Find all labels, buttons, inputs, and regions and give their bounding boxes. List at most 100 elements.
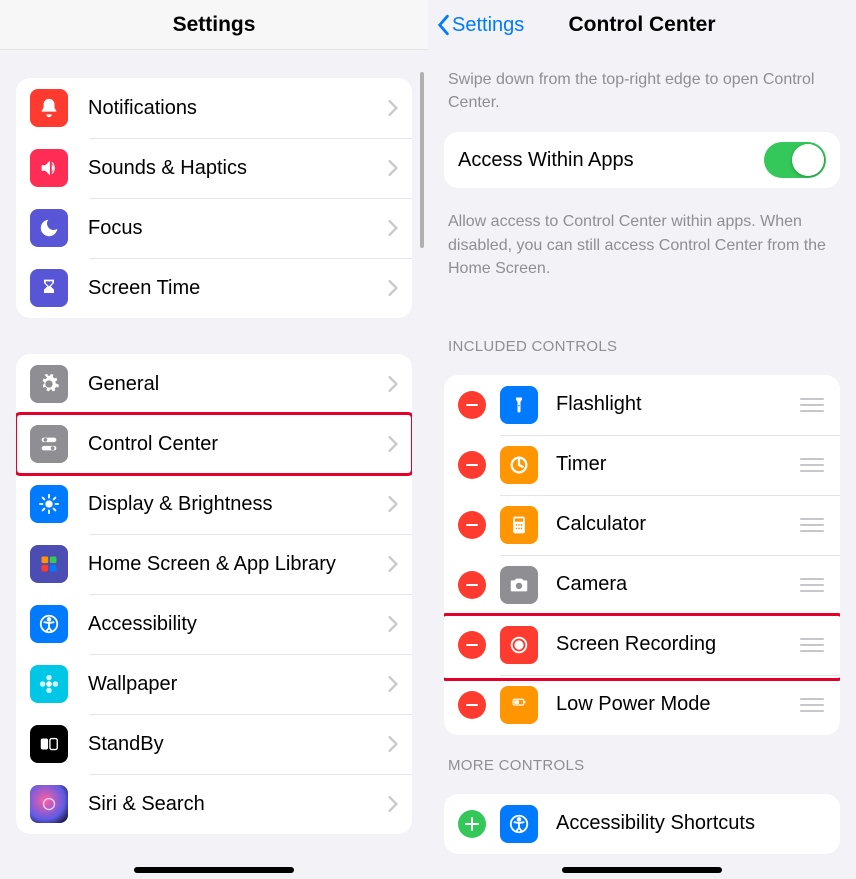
chevron-right-icon xyxy=(388,556,398,572)
access-toggle[interactable] xyxy=(764,142,826,178)
row-low-power-mode[interactable]: Low Power Mode xyxy=(444,675,840,735)
control-label: Low Power Mode xyxy=(556,693,798,716)
remove-button[interactable] xyxy=(458,511,486,539)
row-label: StandBy xyxy=(88,733,388,756)
chevron-right-icon xyxy=(388,160,398,176)
row-wallpaper[interactable]: Wallpaper xyxy=(16,654,412,714)
accessibility-icon xyxy=(30,605,68,643)
record-icon xyxy=(500,626,538,664)
camera-icon xyxy=(500,566,538,604)
grid-icon xyxy=(30,545,68,583)
settings-group-2: General Control Center Display & Brightn… xyxy=(16,354,412,834)
row-calculator[interactable]: Calculator xyxy=(444,495,840,555)
row-label: Screen Time xyxy=(88,277,388,300)
chevron-right-icon xyxy=(388,496,398,512)
chevron-right-icon xyxy=(388,676,398,692)
row-flashlight[interactable]: Flashlight xyxy=(444,375,840,435)
chevron-right-icon xyxy=(388,796,398,812)
control-center-header: Settings Control Center xyxy=(428,0,856,50)
remove-button[interactable] xyxy=(458,451,486,479)
home-indicator[interactable] xyxy=(562,867,722,873)
row-siri-search[interactable]: Siri & Search xyxy=(16,774,412,834)
row-label: Control Center xyxy=(88,433,388,456)
row-label: Notifications xyxy=(88,97,388,120)
calculator-icon xyxy=(500,506,538,544)
row-camera[interactable]: Camera xyxy=(444,555,840,615)
control-label: Timer xyxy=(556,453,798,476)
control-label: Accessibility Shortcuts xyxy=(556,812,826,835)
sun-icon xyxy=(30,485,68,523)
home-indicator[interactable] xyxy=(134,867,294,873)
remove-button[interactable] xyxy=(458,631,486,659)
control-center-pane: Settings Control Center Swipe down from … xyxy=(428,0,856,879)
control-center-description: Swipe down from the top-right edge to op… xyxy=(428,50,856,132)
back-label: Settings xyxy=(452,14,524,37)
row-control-center[interactable]: Control Center xyxy=(16,414,412,474)
control-label: Camera xyxy=(556,573,798,596)
row-screen-recording[interactable]: Screen Recording xyxy=(444,615,840,675)
chevron-right-icon xyxy=(388,280,398,296)
chevron-left-icon xyxy=(436,14,450,36)
chevron-right-icon xyxy=(388,616,398,632)
more-controls-group: Accessibility Shortcuts xyxy=(444,794,840,854)
control-label: Screen Recording xyxy=(556,633,798,656)
flashlight-icon xyxy=(500,386,538,424)
row-screen-time[interactable]: Screen Time xyxy=(16,258,412,318)
remove-button[interactable] xyxy=(458,691,486,719)
row-timer[interactable]: Timer xyxy=(444,435,840,495)
row-label: Display & Brightness xyxy=(88,493,388,516)
access-group: Access Within Apps xyxy=(444,132,840,188)
row-label: General xyxy=(88,373,388,396)
row-standby[interactable]: StandBy xyxy=(16,714,412,774)
row-accessibility-shortcuts[interactable]: Accessibility Shortcuts xyxy=(444,794,840,854)
row-display-brightness[interactable]: Display & Brightness xyxy=(16,474,412,534)
row-label: Focus xyxy=(88,217,388,240)
remove-button[interactable] xyxy=(458,571,486,599)
moon-icon xyxy=(30,209,68,247)
included-controls-group: Flashlight Timer Calculator xyxy=(444,375,840,735)
chevron-right-icon xyxy=(388,220,398,236)
row-focus[interactable]: Focus xyxy=(16,198,412,258)
bell-icon xyxy=(30,89,68,127)
drag-handle[interactable] xyxy=(798,638,826,652)
speaker-icon xyxy=(30,149,68,187)
drag-handle[interactable] xyxy=(798,578,826,592)
more-controls-label: MORE CONTROLS xyxy=(428,747,856,782)
remove-button[interactable] xyxy=(458,391,486,419)
hourglass-icon xyxy=(30,269,68,307)
add-button[interactable] xyxy=(458,810,486,838)
chevron-right-icon xyxy=(388,100,398,116)
standby-icon xyxy=(30,725,68,763)
chevron-right-icon xyxy=(388,736,398,752)
row-access-within-apps[interactable]: Access Within Apps xyxy=(444,132,840,188)
row-label: Home Screen & App Library xyxy=(88,553,388,576)
back-button[interactable]: Settings xyxy=(436,0,524,50)
row-home-screen[interactable]: Home Screen & App Library xyxy=(16,534,412,594)
settings-group-1: Notifications Sounds & Haptics Focus xyxy=(16,78,412,318)
row-notifications[interactable]: Notifications xyxy=(16,78,412,138)
drag-handle[interactable] xyxy=(798,398,826,412)
battery-icon xyxy=(500,686,538,724)
settings-pane: Settings Notifications Sounds & Haptics xyxy=(0,0,428,879)
flower-icon xyxy=(30,665,68,703)
control-label: Calculator xyxy=(556,513,798,536)
gear-icon xyxy=(30,365,68,403)
drag-handle[interactable] xyxy=(798,458,826,472)
row-accessibility[interactable]: Accessibility xyxy=(16,594,412,654)
settings-title: Settings xyxy=(0,0,428,50)
chevron-right-icon xyxy=(388,376,398,392)
row-label: Wallpaper xyxy=(88,673,388,696)
scrollbar[interactable] xyxy=(420,72,424,248)
access-help-text: Allow access to Control Center within ap… xyxy=(428,200,856,298)
accessibility-icon xyxy=(500,805,538,843)
timer-icon xyxy=(500,446,538,484)
row-label: Sounds & Haptics xyxy=(88,157,388,180)
row-label: Siri & Search xyxy=(88,793,388,816)
included-controls-label: INCLUDED CONTROLS xyxy=(428,328,856,363)
siri-icon xyxy=(30,785,68,823)
drag-handle[interactable] xyxy=(798,518,826,532)
drag-handle[interactable] xyxy=(798,698,826,712)
control-center-title: Control Center xyxy=(569,13,716,37)
row-sounds-haptics[interactable]: Sounds & Haptics xyxy=(16,138,412,198)
row-general[interactable]: General xyxy=(16,354,412,414)
